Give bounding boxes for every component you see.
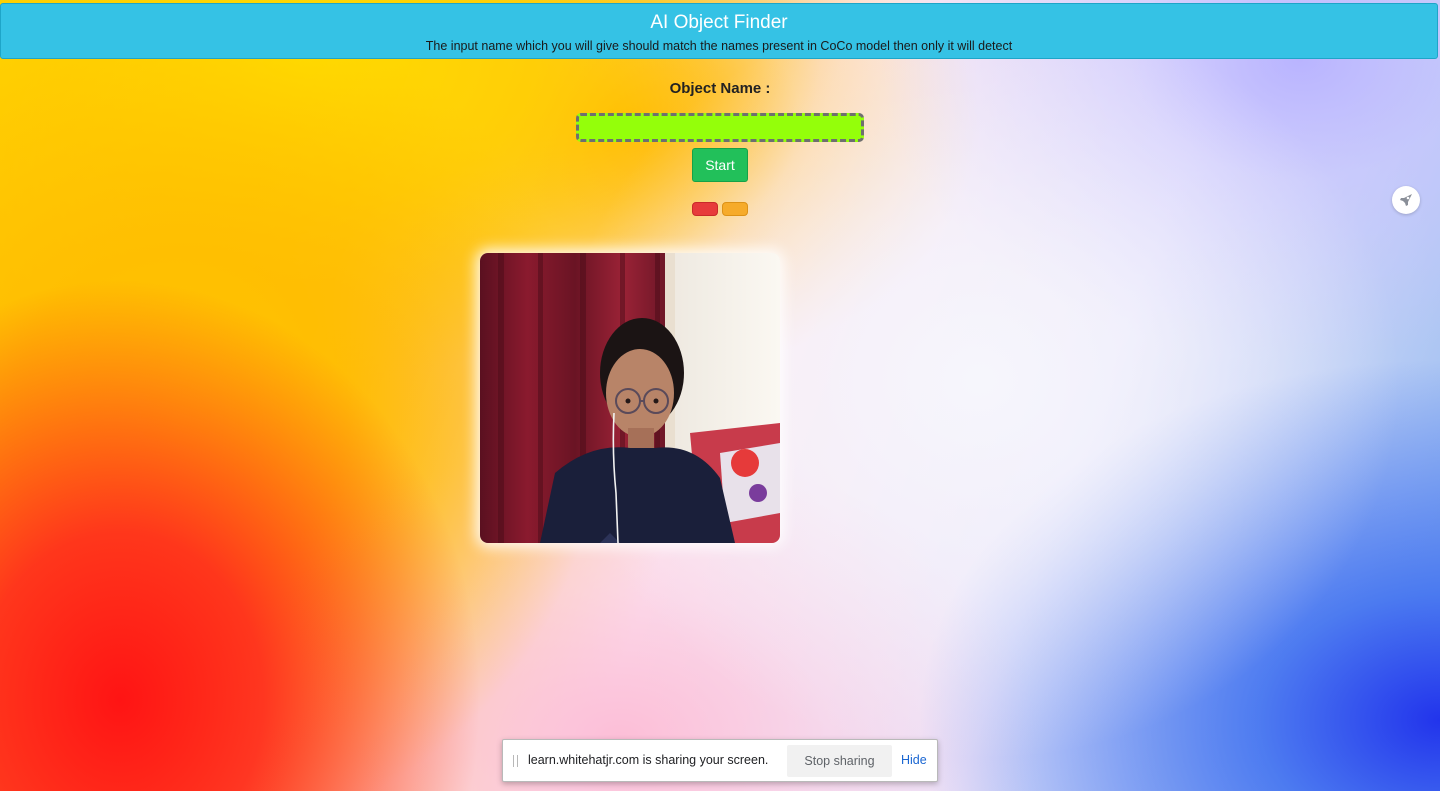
webcam-feed	[480, 253, 780, 543]
webcam-image	[480, 253, 780, 543]
drag-handle[interactable]	[513, 755, 519, 767]
rocket-icon	[1400, 194, 1412, 206]
status-indicator-red	[692, 202, 718, 216]
app-subtitle: The input name which you will give shoul…	[425, 39, 1013, 53]
object-name-label: Object Name :	[669, 80, 771, 97]
page: AI Object Finder The input name which yo…	[0, 0, 1440, 791]
app-header: AI Object Finder The input name which yo…	[0, 3, 1438, 59]
share-message: learn.whitehatjr.com is sharing your scr…	[528, 753, 769, 767]
app-title: AI Object Finder	[650, 12, 788, 33]
screen-share-bar: learn.whitehatjr.com is sharing your scr…	[502, 739, 938, 782]
extension-rocket-icon[interactable]	[1392, 186, 1420, 214]
status-indicator-orange	[722, 202, 748, 216]
stop-sharing-button[interactable]: Stop sharing	[787, 745, 892, 777]
object-name-input[interactable]	[576, 113, 864, 142]
start-button[interactable]: Start	[692, 148, 748, 182]
hide-link[interactable]: Hide	[901, 753, 927, 767]
